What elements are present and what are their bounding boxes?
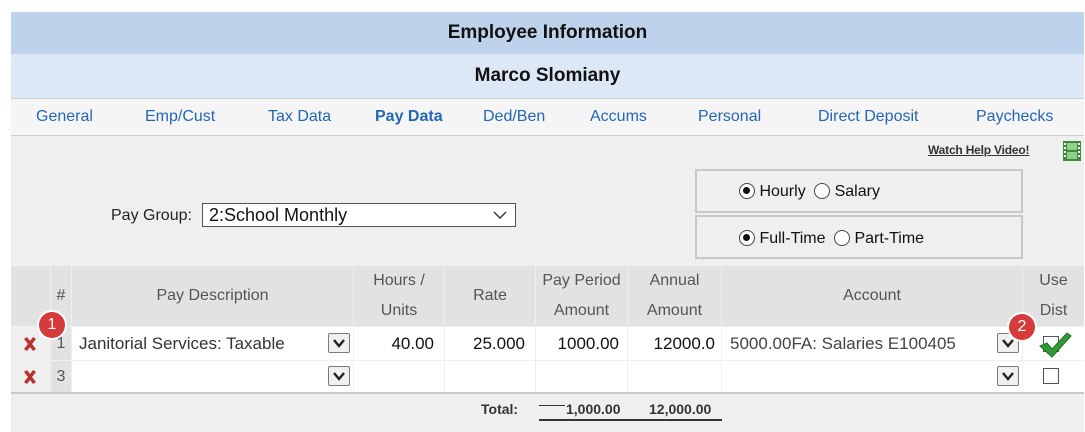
pay-type-group: Hourly Salary [695, 169, 1023, 213]
chevron-down-icon [493, 211, 507, 219]
part-time-label: Part-Time [854, 230, 925, 247]
pay-description-dropdown-button[interactable] [328, 366, 350, 386]
panel-title: Employee Information [11, 12, 1084, 54]
chevron-down-icon [1002, 339, 1014, 348]
employment-type-group: Full-Time Part-Time [695, 215, 1023, 259]
total-underline-lead [539, 405, 565, 406]
grid-divider [11, 392, 1084, 394]
hourly-label: Hourly [759, 183, 806, 200]
total-label: Total: [481, 401, 519, 417]
tab-personal[interactable]: Personal [698, 99, 761, 135]
salary-label: Salary [834, 183, 880, 200]
chevron-down-icon [333, 339, 345, 348]
pay-period-amount-header: Pay Period Amount [536, 266, 627, 326]
film-icon[interactable] [1063, 141, 1081, 161]
row-number: 3 [51, 361, 71, 392]
employee-name: Marco Slomiany [11, 54, 1084, 98]
annual-amount-input[interactable]: 12000.0 [628, 327, 721, 360]
chevron-down-icon [1002, 372, 1014, 381]
callout-badge-1: 1 [39, 312, 65, 338]
pay-description-value: Janitorial Services: Taxable [79, 334, 285, 353]
total-underline [539, 419, 722, 421]
delete-row-icon[interactable] [22, 369, 38, 385]
tab-direct-deposit[interactable]: Direct Deposit [818, 99, 918, 135]
pay-description-header: Pay Description [72, 266, 353, 326]
checkmark-icon [1039, 332, 1072, 358]
tab-tax-data[interactable]: Tax Data [268, 99, 331, 135]
pay-group-value: 2:School Monthly [209, 205, 348, 225]
hourly-radio[interactable] [739, 183, 755, 199]
hours-units-input[interactable] [354, 361, 444, 392]
tab-emp-cust[interactable]: Emp/Cust [145, 99, 215, 135]
rate-header: Rate [445, 266, 535, 326]
use-dist-checkbox[interactable] [1043, 368, 1059, 384]
tab-pay-data[interactable]: Pay Data [375, 99, 443, 135]
annual-amount-input[interactable] [628, 361, 721, 392]
hours-units-header: Hours / Units [354, 266, 444, 326]
account-field[interactable] [722, 361, 1022, 392]
callout-badge-2: 2 [1009, 314, 1035, 340]
account-value: 5000.00FA: Salaries E100405 [730, 334, 956, 353]
pay-description-dropdown-button[interactable] [328, 333, 350, 353]
pay-group-select[interactable]: 2:School Monthly [202, 203, 516, 227]
tab-paychecks[interactable]: Paychecks [976, 99, 1053, 135]
total-pay-period-amount: 1,000.00 [566, 401, 621, 417]
account-header: Account [722, 266, 1022, 326]
full-time-label: Full-Time [759, 230, 826, 247]
rate-input[interactable]: 25.000 [445, 327, 535, 360]
use-dist-header: Use Dist [1023, 266, 1084, 326]
employee-info-panel: Employee Information Marco Slomiany Gene… [11, 12, 1084, 432]
salary-radio[interactable] [814, 183, 831, 199]
chevron-down-icon [333, 372, 345, 381]
tab-general[interactable]: General [36, 99, 93, 135]
annual-amount-header: Annual Amount [628, 266, 721, 326]
pay-group-label: Pay Group: [111, 207, 192, 224]
total-annual-amount: 12,000.00 [649, 401, 712, 417]
table-row [11, 361, 50, 392]
full-time-radio[interactable] [739, 230, 755, 246]
account-dropdown-button[interactable] [997, 366, 1019, 386]
tab-bar: General Emp/Cust Tax Data Pay Data Ded/B… [11, 98, 1084, 136]
watch-help-video-link[interactable]: Watch Help Video! [928, 143, 1029, 157]
delete-row-icon[interactable] [22, 336, 38, 352]
tab-accums[interactable]: Accums [590, 99, 647, 135]
part-time-radio[interactable] [833, 230, 850, 246]
pay-period-amount-input[interactable]: 1000.00 [536, 327, 627, 360]
tab-ded-ben[interactable]: Ded/Ben [483, 99, 545, 135]
hours-units-input[interactable]: 40.00 [354, 327, 444, 360]
pay-description-field[interactable] [72, 361, 353, 392]
pay-period-amount-input[interactable] [536, 361, 627, 392]
use-dist-cell [1023, 361, 1084, 392]
rate-input[interactable] [445, 361, 535, 392]
account-field[interactable]: 5000.00FA: Salaries E100405 [722, 327, 1022, 360]
pay-description-field[interactable]: Janitorial Services: Taxable [72, 327, 353, 360]
